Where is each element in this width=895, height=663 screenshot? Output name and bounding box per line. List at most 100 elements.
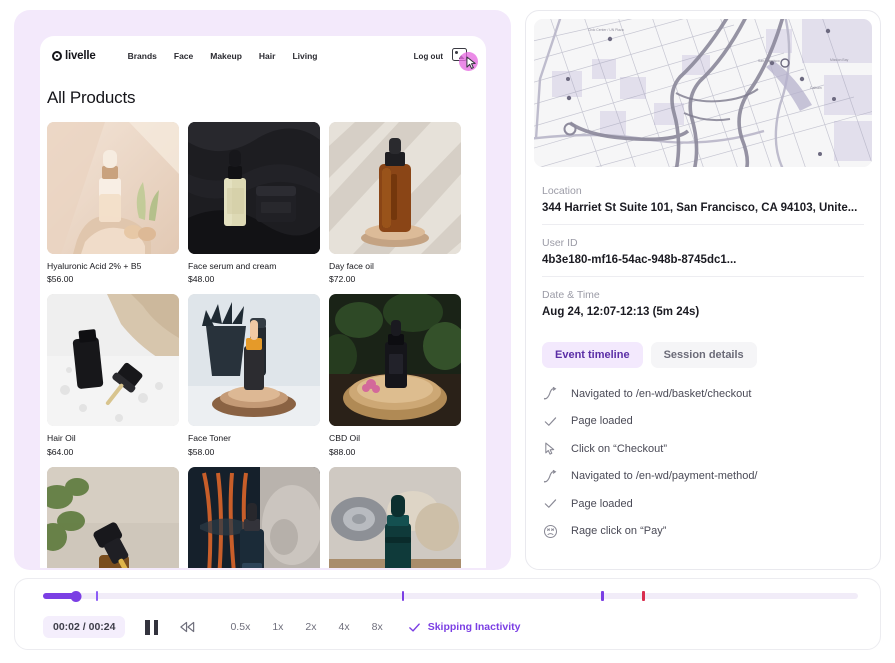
pause-button[interactable] <box>145 619 161 635</box>
product-card[interactable]: Hyaluronic Acid 2% + B5 $56.00 <box>47 122 179 284</box>
cart-button[interactable] <box>452 46 478 71</box>
event-item[interactable]: Navigated to /en-wd/payment-method/ <box>542 463 864 491</box>
event-text: Click on “Checkout” <box>571 442 667 455</box>
product-price: $48.00 <box>188 274 215 285</box>
speed-1x[interactable]: 1x <box>261 621 294 633</box>
product-grid: Hyaluronic Acid 2% + B5 $56.00 Face seru… <box>40 108 486 568</box>
meta-date-time: Date & Time Aug 24, 12:07-12:13 (5m 24s) <box>542 277 864 328</box>
logout-link[interactable]: Log out <box>414 52 443 61</box>
replay-viewport[interactable]: livelle Brands Face Makeup Hair Living L… <box>14 10 511 570</box>
product-card[interactable]: CBD Oil $88.00 <box>329 294 461 457</box>
speed-4x[interactable]: 4x <box>328 621 361 633</box>
product-image <box>47 466 179 568</box>
speed-0-5x[interactable]: 0.5x <box>219 621 261 633</box>
product-name: Face serum and cream <box>188 261 277 271</box>
event-item[interactable]: Page loaded <box>542 408 864 436</box>
product-price: $64.00 <box>47 446 74 457</box>
meta-label: Location <box>542 185 582 197</box>
svg-text:Mission Bay: Mission Bay <box>830 58 849 62</box>
timeline-marker-error[interactable] <box>642 591 645 601</box>
site-navbar: livelle Brands Face Makeup Hair Living L… <box>40 36 486 76</box>
product-image <box>329 122 461 254</box>
product-name: Hyaluronic Acid 2% + B5 <box>47 261 142 271</box>
product-card[interactable]: Day face oil $72.00 <box>329 122 461 284</box>
target-circle-icon <box>52 51 62 61</box>
check-icon <box>542 496 558 512</box>
tab-event-timeline[interactable]: Event timeline <box>542 342 643 368</box>
product-image <box>188 122 320 254</box>
tab-session-details[interactable]: Session details <box>650 342 757 368</box>
playback-bar: 00:02 / 00:24 0.5x 1x 2x 4x 8x Skipping … <box>14 578 881 650</box>
rage-face-icon <box>542 523 558 539</box>
site-nav-right: Log out <box>414 46 478 71</box>
product-card[interactable] <box>47 466 179 568</box>
playback-controls: 00:02 / 00:24 0.5x 1x 2x 4x 8x Skipping … <box>43 615 520 639</box>
detail-tabs: Event timeline Session details <box>526 328 880 368</box>
product-price: $56.00 <box>47 274 74 285</box>
check-icon <box>542 413 558 429</box>
skip-inactivity-toggle[interactable]: Skipping Inactivity <box>408 621 521 634</box>
product-image <box>329 294 461 427</box>
product-price: $72.00 <box>329 274 356 285</box>
timeline-marker[interactable] <box>601 591 604 601</box>
meta-label: User ID <box>542 237 578 249</box>
product-image <box>47 122 179 254</box>
event-text: Page loaded <box>571 415 633 428</box>
nav-item-face[interactable]: Face <box>174 51 193 61</box>
product-card[interactable]: Face serum and cream $48.00 <box>188 122 320 284</box>
svg-text:Civic Center / UN Plaza: Civic Center / UN Plaza <box>588 28 624 32</box>
main-area: livelle Brands Face Makeup Hair Living L… <box>14 10 881 570</box>
pause-bar-right <box>153 619 159 635</box>
navigate-icon <box>542 468 558 484</box>
session-detail-panel: Civic Center / UN Plaza San Francisco Mi… <box>525 10 881 570</box>
product-card[interactable] <box>329 466 461 568</box>
site-logo[interactable]: livelle <box>52 50 96 62</box>
product-price: $88.00 <box>329 446 356 457</box>
nav-item-living[interactable]: Living <box>292 51 317 61</box>
event-text: Navigated to /en-wd/basket/checkout <box>571 387 752 400</box>
brand-name: livelle <box>65 50 96 62</box>
event-item[interactable]: Rage click on “Pay” <box>542 518 864 546</box>
replayed-website: livelle Brands Face Makeup Hair Living L… <box>40 36 486 568</box>
timeline-marker[interactable] <box>401 591 405 601</box>
meta-user-id: User ID 4b3e180-mf16-54ac-948b-8745dc1..… <box>542 225 864 277</box>
product-name: Hair Oil <box>47 433 76 444</box>
event-item[interactable]: Navigated to /en-wd/basket/checkout <box>542 380 864 408</box>
session-replay-app: livelle Brands Face Makeup Hair Living L… <box>0 0 895 663</box>
event-item[interactable]: Page loaded <box>542 490 864 518</box>
product-card[interactable]: Face Toner $58.00 <box>188 294 320 457</box>
time-display: 00:02 / 00:24 <box>43 616 126 638</box>
timeline-scrubber[interactable] <box>43 590 858 602</box>
meta-value: Aug 24, 12:07-12:13 (5m 24s) <box>542 306 700 318</box>
nav-item-brands[interactable]: Brands <box>128 51 157 61</box>
product-card[interactable]: Hair Oil $64.00 <box>47 294 179 457</box>
event-text: Rage click on “Pay” <box>571 525 667 538</box>
check-icon <box>408 621 421 634</box>
nav-item-makeup[interactable]: Makeup <box>210 51 242 61</box>
speed-8x[interactable]: 8x <box>361 621 394 633</box>
pause-bar-left <box>145 619 150 635</box>
navigate-icon <box>542 386 558 402</box>
street-map[interactable]: Civic Center / UN Plaza San Francisco Mi… <box>534 19 872 167</box>
product-image <box>47 294 179 427</box>
speed-options: 0.5x 1x 2x 4x 8x <box>219 621 393 633</box>
product-name: Face Toner <box>188 433 231 444</box>
mouse-cursor-icon <box>466 56 476 69</box>
rewind-button[interactable] <box>179 620 195 634</box>
timeline-handle[interactable] <box>70 590 82 602</box>
timeline-marker[interactable] <box>95 591 99 601</box>
event-item[interactable]: Click on “Checkout” <box>542 435 864 463</box>
nav-item-hair[interactable]: Hair <box>259 51 276 61</box>
product-card[interactable] <box>188 466 320 568</box>
product-image <box>188 294 320 427</box>
event-text: Navigated to /en-wd/payment-method/ <box>571 470 758 483</box>
svg-text:Caltrain: Caltrain <box>810 86 822 90</box>
product-name: Day face oil <box>329 261 374 271</box>
product-image <box>188 466 320 568</box>
event-timeline-list: Navigated to /en-wd/basket/checkout Page… <box>526 368 880 545</box>
meta-location: Location 344 Harriet St Suite 101, San F… <box>542 173 864 225</box>
svg-text:San Francisco: San Francisco <box>758 59 780 63</box>
speed-2x[interactable]: 2x <box>294 621 327 633</box>
event-text: Page loaded <box>571 497 633 510</box>
skip-inactivity-label: Skipping Inactivity <box>427 621 521 633</box>
